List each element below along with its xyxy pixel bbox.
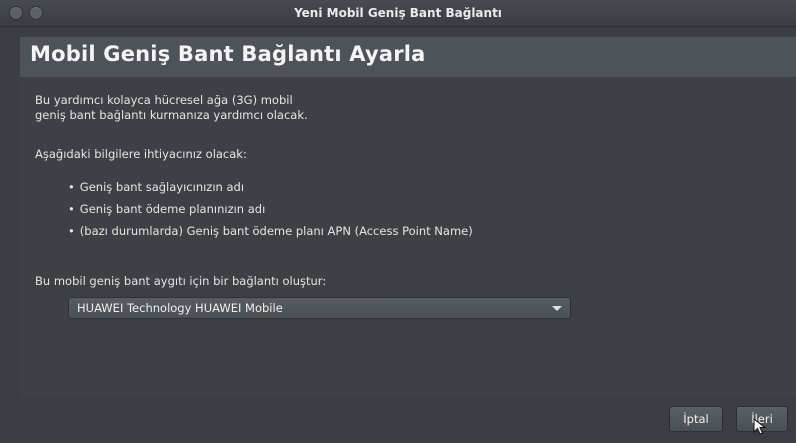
page-title: Mobil Geniş Bant Bağlantı Ayarla xyxy=(30,42,426,66)
intro-text: Bu yardımcı kolayca hücresel ağa (3G) mo… xyxy=(35,93,455,123)
chevron-down-icon xyxy=(552,306,562,311)
list-item: Geniş bant sağlayıcınızın adı xyxy=(68,178,473,200)
intro-line-2: geniş bant bağlantı kurmanıza yardımcı o… xyxy=(35,108,308,122)
device-select-value: HUAWEI Technology HUAWEI Mobile xyxy=(77,301,283,315)
title-bar[interactable]: Yeni Mobil Geniş Bant Bağlantı xyxy=(0,0,796,27)
device-label: Bu mobil geniş bant aygıtı için bir bağl… xyxy=(35,274,327,288)
list-item: (bazı durumlarda) Geniş bant ödeme planı… xyxy=(68,222,473,244)
device-select[interactable]: HUAWEI Technology HUAWEI Mobile xyxy=(68,297,571,319)
requirements-label: Aşağıdaki bilgilere ihtiyacınız olacak: xyxy=(35,147,247,161)
dialog-window: Yeni Mobil Geniş Bant Bağlantı Mobil Gen… xyxy=(0,0,796,443)
cancel-button[interactable]: İptal xyxy=(669,406,723,432)
list-item: Geniş bant ödeme planınızın adı xyxy=(68,200,473,222)
assistant-content: Bu yardımcı kolayca hücresel ağa (3G) mo… xyxy=(20,77,796,397)
window-title: Yeni Mobil Geniş Bant Bağlantı xyxy=(294,6,502,20)
intro-line-1: Bu yardımcı kolayca hücresel ağa (3G) mo… xyxy=(35,93,293,107)
requirements-list: Geniş bant sağlayıcınızın adı Geniş bant… xyxy=(68,178,473,244)
mouse-pointer-icon xyxy=(753,418,767,435)
assistant-banner: Mobil Geniş Bant Bağlantı Ayarla xyxy=(20,37,796,77)
